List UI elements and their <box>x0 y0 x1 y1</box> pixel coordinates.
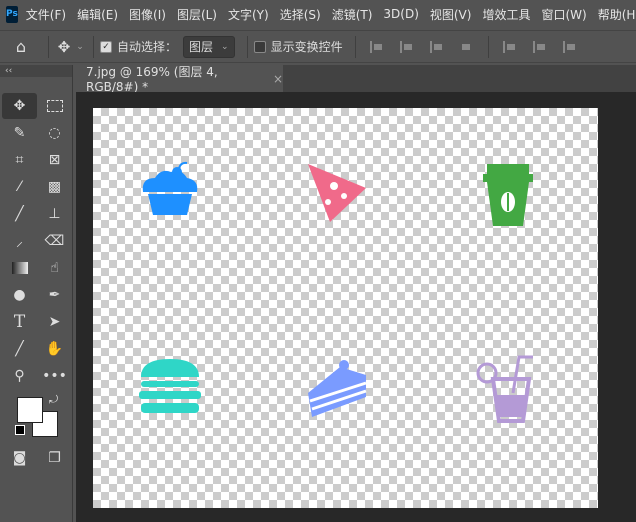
frame-tool-icon[interactable]: ⊠ <box>37 147 72 173</box>
eraser-tool-icon[interactable]: ⌫ <box>37 228 72 254</box>
auto-select-target-dropdown[interactable]: 图层 ⌄ <box>183 35 235 58</box>
sponge-tool-icon[interactable]: ● <box>2 282 37 308</box>
coffee-cup-icon <box>483 164 533 226</box>
menu-layer[interactable]: 图层(L) <box>177 6 217 23</box>
distribute-vertical-icon[interactable] <box>460 41 474 53</box>
drink-icon <box>476 355 533 423</box>
options-bar: ⌂ ✥ ⌄ ✓ 自动选择： 图层 ⌄ 显示变换控件 <box>0 30 636 63</box>
align-bottom-icon[interactable] <box>562 40 577 53</box>
move-tool-icon[interactable]: ✥ <box>2 93 37 119</box>
close-icon[interactable]: × <box>273 72 283 86</box>
brush-tool-icon[interactable]: ╱ <box>2 201 37 227</box>
more-tools-icon[interactable]: ••• <box>37 363 72 389</box>
quick-select-tool-icon[interactable]: ◌ <box>37 120 72 146</box>
menu-window[interactable]: 窗口(W) <box>541 6 586 23</box>
screen-mode-icon[interactable]: ❐ <box>37 445 72 471</box>
type-tool-icon[interactable]: T <box>2 309 37 335</box>
menu-3d[interactable]: 3D(D) <box>383 7 418 21</box>
crop-tool-icon[interactable]: ⌗ <box>2 147 37 173</box>
pizza-icon <box>308 164 366 222</box>
color-swatches: ⤾ <box>0 391 72 443</box>
lasso-tool-icon[interactable]: ✎ <box>2 120 37 146</box>
collapse-panel-button[interactable]: ‹‹ <box>0 65 72 77</box>
document-window <box>76 92 636 522</box>
menu-type[interactable]: 文字(Y) <box>228 6 269 23</box>
document-tab-title: 7.jpg @ 169% (图层 4, RGB/8#) * <box>86 65 218 94</box>
align-left-icon[interactable] <box>369 40 384 53</box>
menu-plugins[interactable]: 增效工具 <box>482 6 530 23</box>
divider <box>48 35 49 58</box>
menu-edit[interactable]: 编辑(E) <box>77 6 118 23</box>
history-brush-tool-icon[interactable]: ⸝ <box>2 228 37 254</box>
document-tab-bar: 7.jpg @ 169% (图层 4, RGB/8#) * × <box>76 65 636 94</box>
hand-tool-icon[interactable]: ✋ <box>37 336 72 362</box>
cake-slice-icon <box>308 360 367 417</box>
divider <box>246 35 248 58</box>
menu-bar: Ps 文件(F) 编辑(E) 图像(I) 图层(L) 文字(Y) 选择(S) 滤… <box>0 0 636 28</box>
divider <box>354 35 356 58</box>
show-transform-label: 显示变换控件 <box>270 40 343 54</box>
tools-panel: ‹‹ ✥ ✎ ◌ ⌗ ⊠ ⁄ ▩ ╱ ⊥ ⸝ ⌫ ☝ ● ✒ T ➤ ╱ ✋ ⚲… <box>0 65 73 522</box>
zoom-tool-icon[interactable]: ⚲ <box>2 363 37 389</box>
photoshop-logo: Ps <box>6 5 18 23</box>
marquee-tool-icon[interactable] <box>37 93 72 119</box>
quick-mask-icon[interactable]: ◙ <box>2 445 37 471</box>
show-transform-checkbox[interactable] <box>253 40 266 53</box>
menu-view[interactable]: 视图(V) <box>430 6 472 23</box>
home-icon[interactable]: ⌂ <box>0 37 42 56</box>
menu-image[interactable]: 图像(I) <box>129 6 166 23</box>
gradient-tool-icon[interactable] <box>2 255 37 281</box>
menu-file[interactable]: 文件(F) <box>26 6 66 23</box>
smudge-tool-icon[interactable]: ☝ <box>37 255 72 281</box>
menu-help[interactable]: 帮助(H) <box>598 6 636 23</box>
document-tab[interactable]: 7.jpg @ 169% (图层 4, RGB/8#) * × <box>76 65 283 94</box>
menu-filter[interactable]: 滤镜(T) <box>332 6 373 23</box>
chevron-down-icon: ⌄ <box>221 41 229 52</box>
pen-tool-icon[interactable]: ✒ <box>37 282 72 308</box>
default-colors-icon[interactable] <box>15 425 25 435</box>
path-select-tool-icon[interactable]: ➤ <box>37 309 72 335</box>
foreground-color-swatch[interactable] <box>17 397 43 423</box>
auto-select-label: 自动选择： <box>117 40 178 54</box>
move-tool-icon[interactable]: ✥ <box>55 38 73 56</box>
clone-stamp-tool-icon[interactable]: ⊥ <box>37 201 72 227</box>
canvas[interactable] <box>93 108 598 508</box>
swap-colors-icon[interactable]: ⤾ <box>49 393 58 407</box>
auto-select-checkbox[interactable]: ✓ <box>100 40 112 53</box>
burger-icon <box>139 359 201 413</box>
divider <box>93 35 94 58</box>
line-tool-icon[interactable]: ╱ <box>2 336 37 362</box>
align-center-icon[interactable] <box>399 40 414 53</box>
spot-healing-tool-icon[interactable]: ▩ <box>37 174 72 200</box>
menu-select[interactable]: 选择(S) <box>280 6 321 23</box>
divider <box>487 35 489 58</box>
dropdown-value: 图层 <box>189 40 214 54</box>
align-top-icon[interactable] <box>502 40 517 53</box>
cupcake-icon <box>142 161 198 215</box>
align-middle-icon[interactable] <box>532 40 547 53</box>
align-right-icon[interactable] <box>429 40 444 53</box>
chevron-down-icon[interactable]: ⌄ <box>73 42 87 52</box>
eyedropper-tool-icon[interactable]: ⁄ <box>2 174 37 200</box>
panel-grip[interactable] <box>0 77 72 91</box>
